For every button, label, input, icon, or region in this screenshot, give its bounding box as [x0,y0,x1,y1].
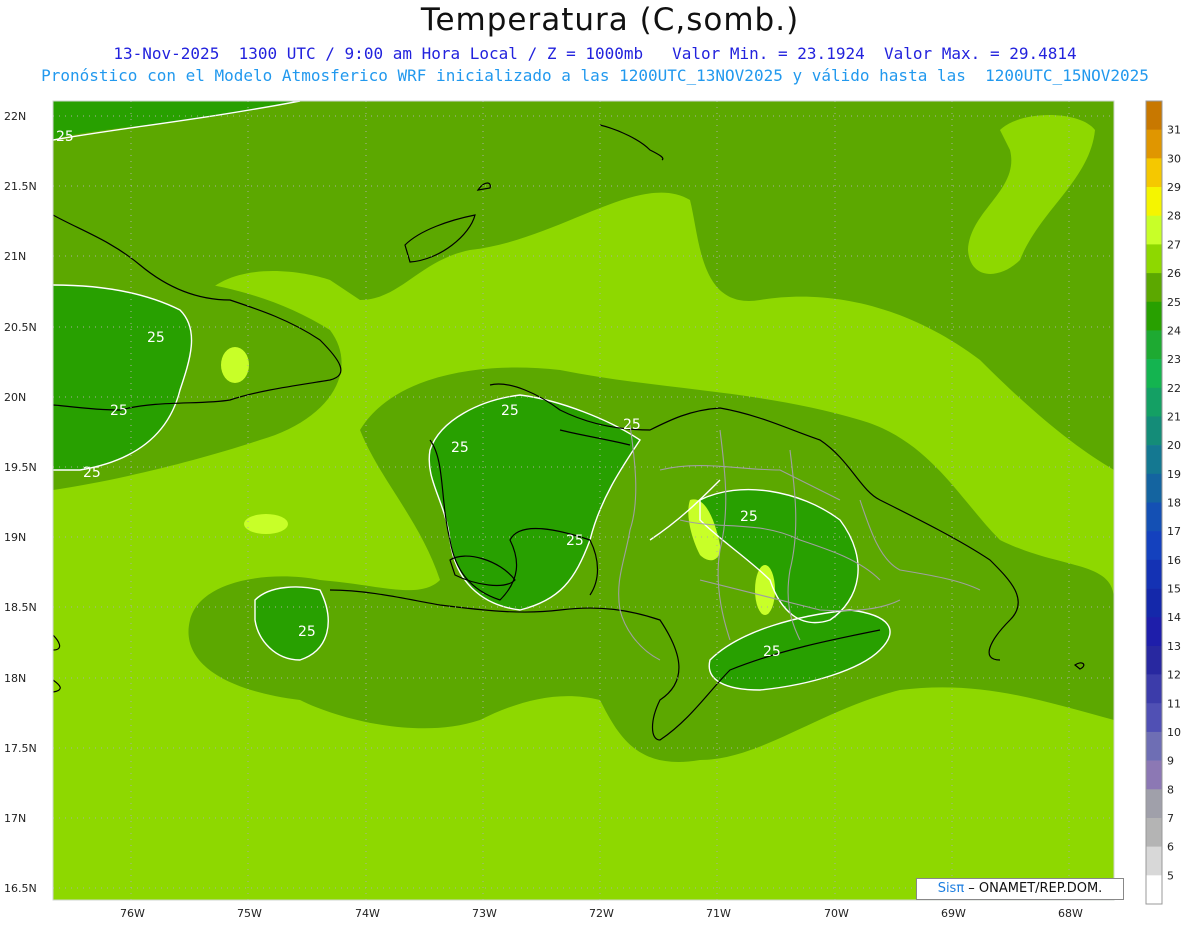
colorbar-label: 8 [1167,783,1174,796]
colorbar-label: 30 [1167,152,1181,165]
colorbar-swatch [1146,445,1162,475]
colorbar-label: 10 [1167,726,1181,739]
colorbar-label: 12 [1167,669,1181,682]
colorbar-swatch [1146,101,1162,130]
colorbar-swatch [1146,301,1162,331]
contour-label: 25 [83,465,101,481]
colorbar-label: 26 [1167,267,1181,280]
colorbar-swatch [1146,215,1162,245]
lon-label: 69W [941,907,966,920]
colorbar-label: 23 [1167,353,1181,366]
lat-label: 19N [4,531,26,544]
lon-label: 73W [472,907,497,920]
contour-label: 25 [763,644,781,660]
colorbar-label: 19 [1167,468,1181,481]
colorbar-swatch [1146,531,1162,561]
colorbar-label: 16 [1167,554,1181,567]
contour-label: 25 [740,509,758,525]
colorbar-swatch [1146,273,1162,303]
colorbar-swatch [1146,187,1162,217]
colorbar-label: 24 [1167,324,1181,337]
colorbar-label: 22 [1167,382,1181,395]
field-hot-spot-1 [244,514,288,534]
lon-label: 68W [1058,907,1083,920]
colorbar-swatch [1146,473,1162,503]
colorbar-swatch [1146,359,1162,389]
colorbar-label: 7 [1167,812,1174,825]
colorbar-swatch [1146,244,1162,274]
lon-label: 71W [706,907,731,920]
lon-label: 75W [237,907,262,920]
lat-label: 18.5N [4,601,37,614]
colorbar-label: 21 [1167,410,1181,423]
contour-label: 25 [147,330,165,346]
lat-axis: 22N 21.5N 21N 20.5N 20N 19.5N 19N 18.5N … [4,110,37,895]
colorbar-label: 15 [1167,583,1181,596]
lat-label: 20.5N [4,321,37,334]
temperature-map: 25 25 25 25 25 25 25 25 25 25 25 22N 21.… [4,100,1181,920]
colorbar-swatch [1146,846,1162,876]
colorbar-label: 27 [1167,238,1181,251]
field-hot-spot-2 [154,502,186,526]
contour-label: 25 [501,403,519,419]
credit-sis-logo: Sisπ [937,881,965,896]
colorbar-swatch [1146,789,1162,819]
lon-label: 74W [355,907,380,920]
colorbar-swatch [1146,416,1162,446]
colorbar-swatch [1146,760,1162,790]
colorbar-swatch [1146,559,1162,589]
credit-text: – ONAMET/REP.DOM. [964,881,1103,896]
lat-label: 17N [4,812,26,825]
colorbar-label: 29 [1167,181,1181,194]
lat-label: 17.5N [4,742,37,755]
colorbar-swatch [1146,817,1162,847]
colorbar-swatch [1146,617,1162,647]
colorbar-swatch [1146,875,1162,905]
colorbar-label: 11 [1167,697,1181,710]
lon-axis: 76W 75W 74W 73W 72W 71W 70W 69W 68W [120,907,1083,920]
colorbar-swatch [1146,330,1162,360]
contour-label: 25 [110,403,128,419]
lon-label: 70W [824,907,849,920]
colorbar-label: 20 [1167,439,1181,452]
colorbar-swatch [1146,158,1162,188]
colorbar-swatch [1146,731,1162,761]
lat-label: 16.5N [4,882,37,895]
map-field: 25 25 25 25 25 25 25 25 25 25 25 [53,101,1114,900]
lon-label: 72W [589,907,614,920]
colorbar-swatch [1146,387,1162,417]
contour-label: 25 [56,129,74,145]
colorbar-swatch [1146,129,1162,159]
colorbar-swatch [1146,703,1162,733]
colorbar-swatch [1146,588,1162,618]
colorbar-label: 14 [1167,611,1181,624]
lat-label: 20N [4,391,26,404]
contour-label: 25 [298,624,316,640]
colorbar-label: 5 [1167,869,1174,882]
colorbar-label: 18 [1167,497,1181,510]
colorbar-label: 31 [1167,124,1181,137]
colorbar: 31 30 29 28 27 26 25 24 23 22 21 20 19 18 17 16 15 14 13 12… [1145,100,1181,905]
colorbar-label: 9 [1167,755,1174,768]
colorbar-label: 17 [1167,525,1181,538]
colorbar-label: 25 [1167,296,1181,309]
lat-label: 21N [4,250,26,263]
colorbar-label: 13 [1167,640,1181,653]
contour-label: 25 [566,533,584,549]
credit-box: Sisπ – ONAMET/REP.DOM. [916,878,1124,900]
colorbar-label: 6 [1167,841,1174,854]
colorbar-swatch [1146,645,1162,675]
field-hot-spot-3 [221,347,249,383]
colorbar-label: 28 [1167,210,1181,223]
field-hot-spot-4 [755,565,775,615]
lon-label: 76W [120,907,145,920]
contour-label: 25 [623,417,641,433]
lat-label: 19.5N [4,461,37,474]
colorbar-swatch [1146,674,1162,704]
contour-label: 25 [451,440,469,456]
colorbar-swatch [1146,502,1162,532]
lat-label: 22N [4,110,26,123]
lat-label: 18N [4,672,26,685]
lat-label: 21.5N [4,180,37,193]
